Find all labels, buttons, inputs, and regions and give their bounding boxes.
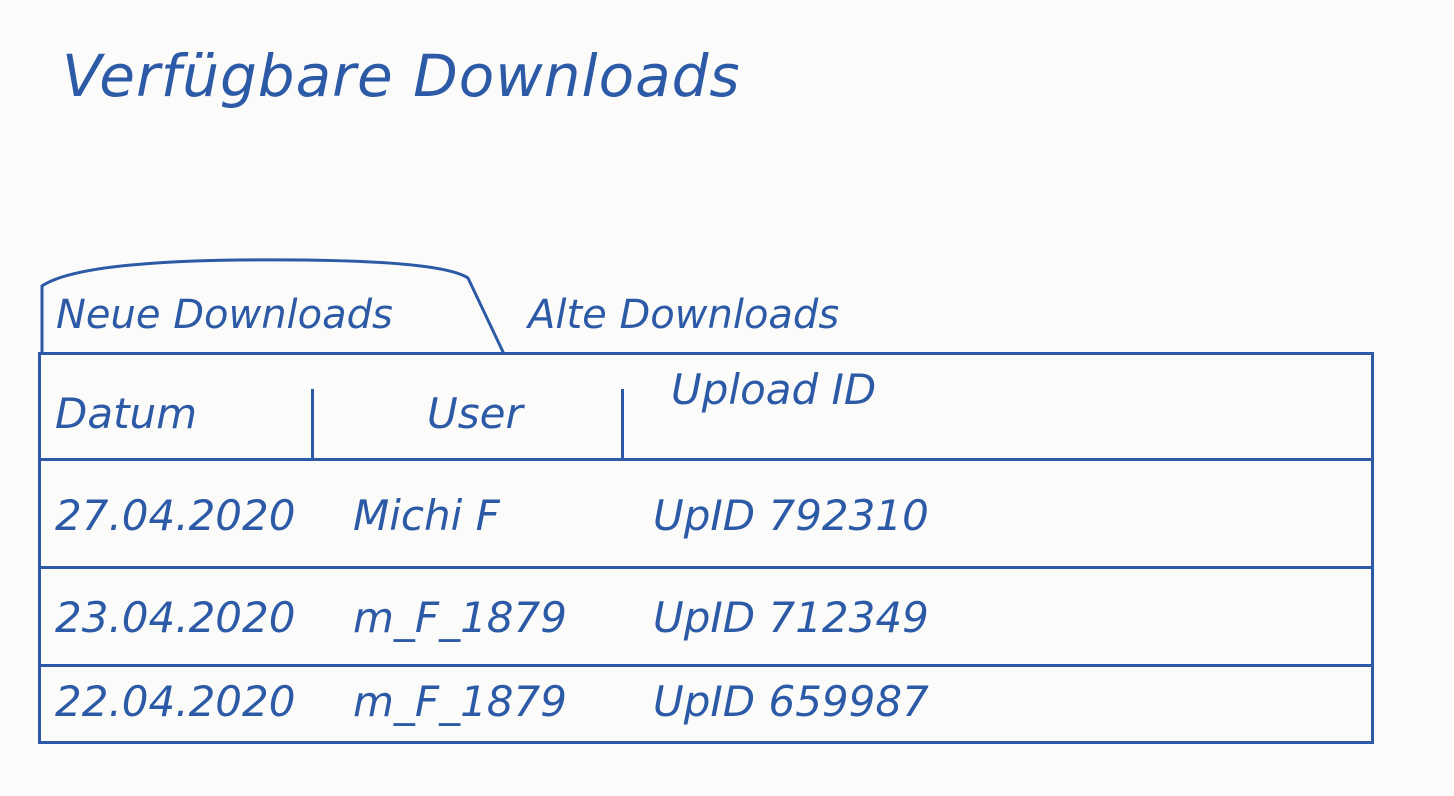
cell-user: m_F_1879 bbox=[353, 677, 567, 726]
table-row[interactable]: 23.04.2020 m_F_1879 UpID 712349 bbox=[41, 569, 1371, 667]
table-header-row: Datum User Upload ID bbox=[41, 355, 1371, 461]
tab-bar: Neue Downloads Alte Downloads bbox=[38, 258, 938, 355]
tab-neue-downloads[interactable]: Neue Downloads bbox=[56, 292, 393, 338]
column-divider bbox=[311, 389, 314, 459]
cell-date: 27.04.2020 bbox=[55, 491, 296, 540]
page-title: Verfügbare Downloads bbox=[62, 42, 741, 110]
cell-upload-id[interactable]: UpID 712349 bbox=[653, 593, 929, 642]
cell-date: 23.04.2020 bbox=[55, 593, 296, 642]
cell-date: 22.04.2020 bbox=[55, 677, 296, 726]
cell-user: m_F_1879 bbox=[353, 593, 567, 642]
cell-upload-id[interactable]: UpID 792310 bbox=[653, 491, 929, 540]
tab-alte-downloads[interactable]: Alte Downloads bbox=[528, 292, 839, 338]
column-divider bbox=[621, 389, 624, 459]
column-header-user[interactable]: User bbox=[427, 389, 523, 438]
table-row[interactable]: 22.04.2020 m_F_1879 UpID 659987 bbox=[41, 667, 1371, 741]
table-row[interactable]: 27.04.2020 Michi F UpID 792310 bbox=[41, 461, 1371, 569]
downloads-table: Datum User Upload ID 27.04.2020 Michi F … bbox=[38, 352, 1374, 744]
column-header-datum[interactable]: Datum bbox=[55, 389, 197, 438]
column-header-upload-id[interactable]: Upload ID bbox=[671, 365, 876, 414]
cell-upload-id[interactable]: UpID 659987 bbox=[653, 677, 929, 726]
cell-user: Michi F bbox=[353, 491, 500, 540]
